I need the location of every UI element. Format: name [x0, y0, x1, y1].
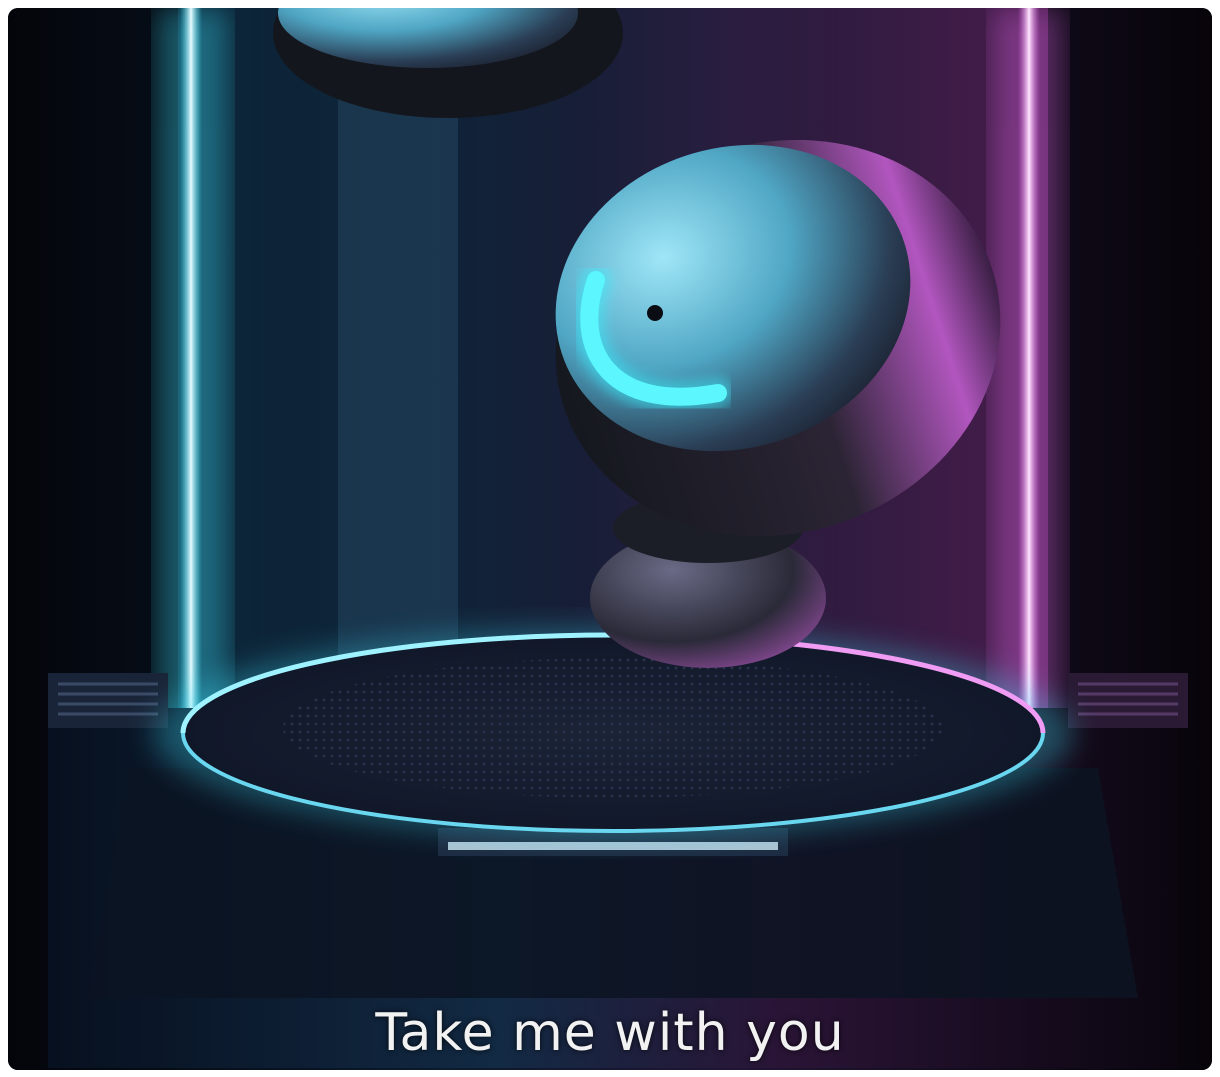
product-caption: Take me with you — [375, 1003, 845, 1063]
product-scene — [8, 8, 1212, 1070]
product-image: Take me with you — [8, 8, 1212, 1070]
platform — [153, 628, 1073, 838]
